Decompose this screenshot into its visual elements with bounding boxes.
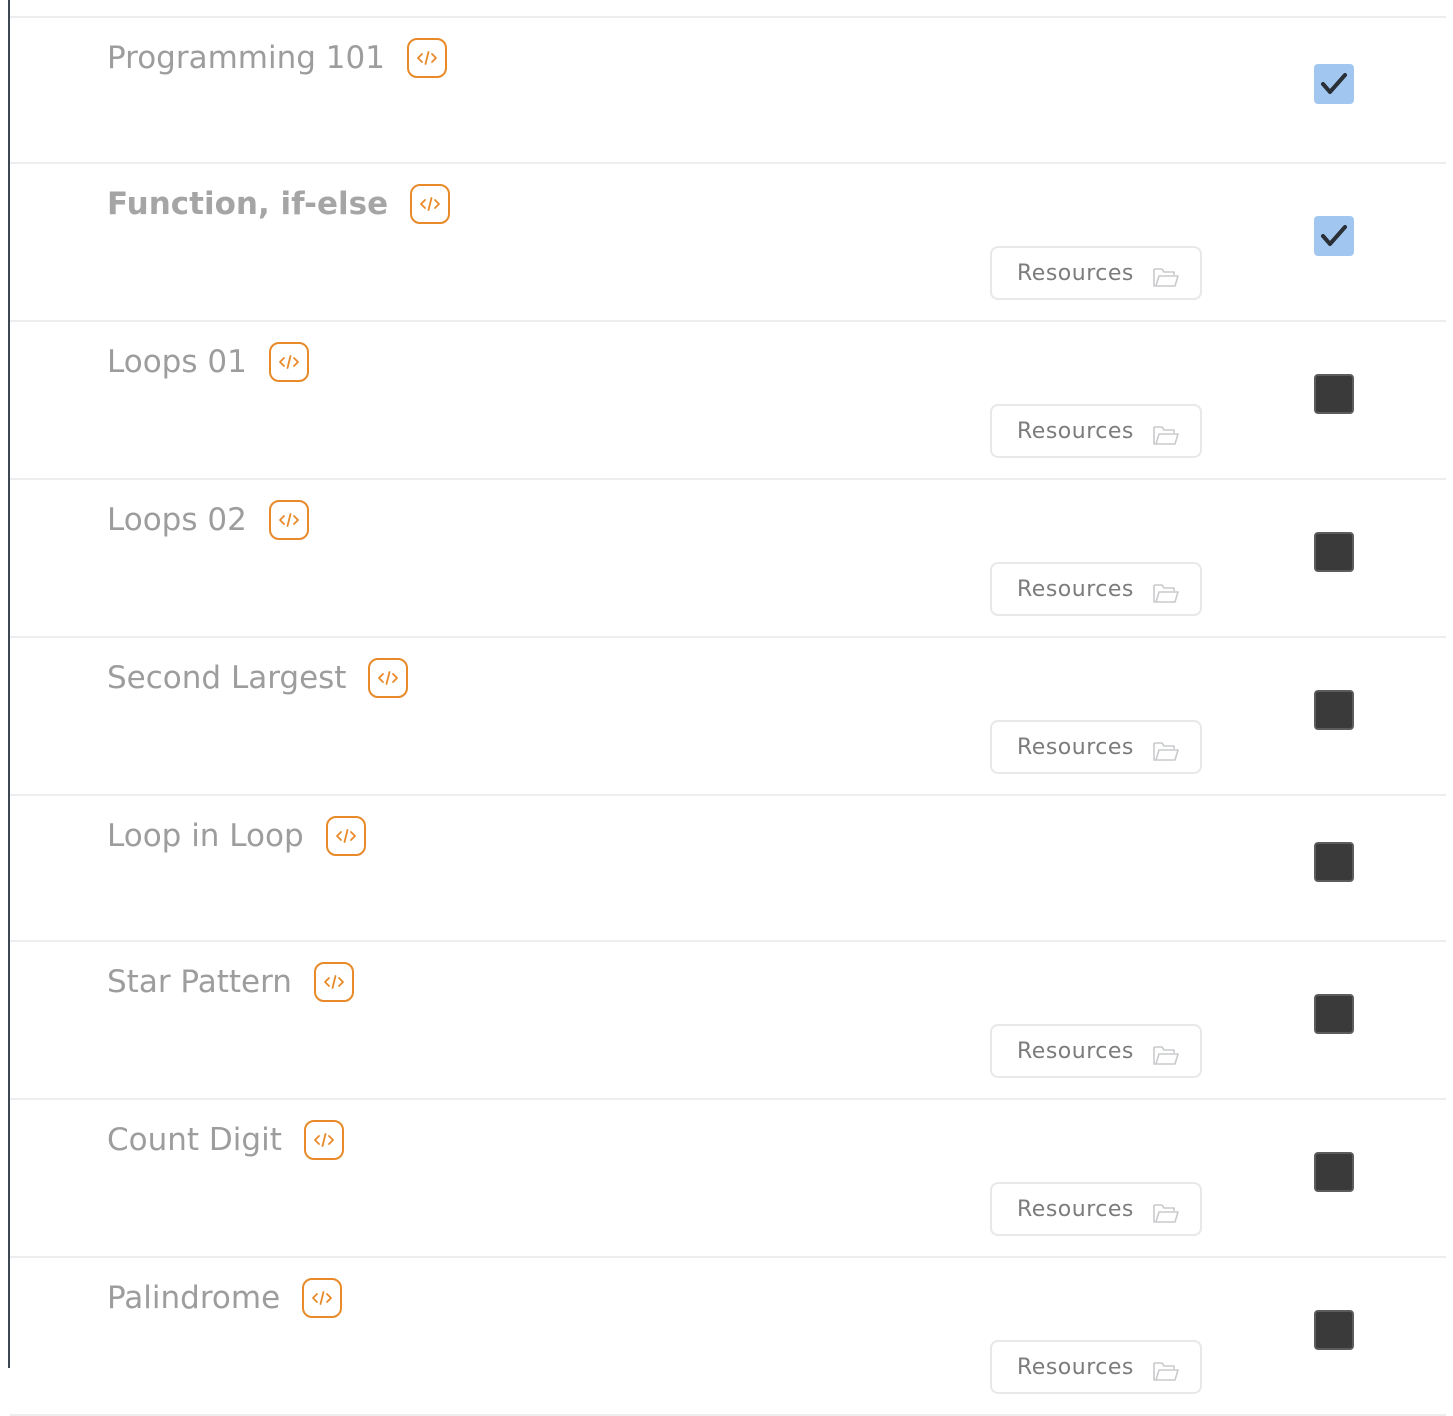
- code-icon[interactable]: [268, 500, 309, 540]
- completion-checkbox-unchecked[interactable]: [1314, 1152, 1354, 1192]
- lesson-title[interactable]: Programming 101: [107, 37, 385, 79]
- code-icon[interactable]: [268, 342, 309, 382]
- completion-checkbox-unchecked[interactable]: [1314, 1310, 1354, 1350]
- completion-checkbox-unchecked[interactable]: [1314, 842, 1354, 882]
- resources-label: Resources: [1017, 1354, 1134, 1380]
- lesson-title[interactable]: Star Pattern: [107, 961, 292, 1003]
- lesson-title[interactable]: Second Largest: [107, 657, 346, 699]
- completion-checkbox-unchecked[interactable]: [1314, 994, 1354, 1034]
- folder-open-icon: [1152, 265, 1180, 293]
- lesson-row-4: Loops 02 Resources: [10, 480, 1446, 638]
- lesson-title-group: Palindrome: [107, 1277, 343, 1319]
- completion-checkbox-unchecked[interactable]: [1314, 690, 1354, 730]
- folder-open-icon: [1152, 423, 1180, 451]
- lesson-title-group: Loops 02: [107, 499, 309, 541]
- lesson-title-group: Loops 01: [107, 341, 309, 383]
- lesson-title[interactable]: Loops 01: [107, 341, 247, 383]
- code-icon[interactable]: [303, 1120, 344, 1160]
- lesson-row-8: Count Digit Resources: [10, 1100, 1446, 1258]
- lesson-row-9: Palindrome Resources: [10, 1258, 1446, 1416]
- lesson-title-group: Second Largest: [107, 657, 409, 699]
- folder-open-icon: [1152, 1359, 1180, 1387]
- resources-button[interactable]: Resources: [990, 404, 1202, 458]
- lesson-title-group: Star Pattern: [107, 961, 354, 1003]
- lesson-row-3: Loops 01 Resources: [10, 322, 1446, 480]
- resources-button[interactable]: Resources: [990, 1182, 1202, 1236]
- folder-open-icon: [1152, 1201, 1180, 1229]
- resources-button[interactable]: Resources: [990, 1340, 1202, 1394]
- lesson-title[interactable]: Loops 02: [107, 499, 247, 541]
- completion-checkbox-checked[interactable]: [1314, 64, 1354, 104]
- folder-open-icon: [1152, 581, 1180, 609]
- lesson-list: Programming 101 Function, if-else Resour…: [10, 18, 1446, 1416]
- folder-open-icon: [1152, 1043, 1180, 1071]
- resources-label: Resources: [1017, 1196, 1134, 1222]
- code-icon[interactable]: [368, 658, 409, 698]
- lesson-row-7: Star Pattern Resources: [10, 942, 1446, 1100]
- completion-checkbox-unchecked[interactable]: [1314, 374, 1354, 414]
- resources-label: Resources: [1017, 1038, 1134, 1064]
- code-icon[interactable]: [302, 1278, 343, 1318]
- code-icon[interactable]: [325, 816, 366, 856]
- completion-checkbox-unchecked[interactable]: [1314, 532, 1354, 572]
- resources-button[interactable]: Resources: [990, 246, 1202, 300]
- resources-button[interactable]: Resources: [990, 1024, 1202, 1078]
- resources-label: Resources: [1017, 734, 1134, 760]
- folder-open-icon: [1152, 739, 1180, 767]
- lesson-title[interactable]: Count Digit: [107, 1119, 282, 1161]
- lesson-title[interactable]: Palindrome: [107, 1277, 280, 1319]
- code-icon[interactable]: [410, 184, 451, 224]
- completion-checkbox-checked[interactable]: [1314, 216, 1354, 256]
- resources-label: Resources: [1017, 418, 1134, 444]
- resources-button[interactable]: Resources: [990, 562, 1202, 616]
- code-icon[interactable]: [313, 962, 354, 1002]
- checkmark-icon: [1321, 73, 1347, 94]
- lesson-title-group: Programming 101: [107, 37, 447, 79]
- resources-label: Resources: [1017, 576, 1134, 602]
- lesson-title-group: Function, if-else: [107, 183, 451, 225]
- lesson-title[interactable]: Loop in Loop: [107, 815, 304, 857]
- lesson-title-group: Loop in Loop: [107, 815, 366, 857]
- code-icon[interactable]: [406, 38, 447, 78]
- resources-button[interactable]: Resources: [990, 720, 1202, 774]
- lesson-title-group: Count Digit: [107, 1119, 344, 1161]
- lesson-row-2: Function, if-else Resources: [10, 164, 1446, 322]
- lesson-row-1: Programming 101: [10, 18, 1446, 164]
- lesson-row-5: Second Largest Resources: [10, 638, 1446, 796]
- resources-label: Resources: [1017, 260, 1134, 286]
- lesson-row-6: Loop in Loop: [10, 796, 1446, 942]
- lesson-title[interactable]: Function, if-else: [107, 183, 388, 225]
- checkmark-icon: [1321, 225, 1347, 246]
